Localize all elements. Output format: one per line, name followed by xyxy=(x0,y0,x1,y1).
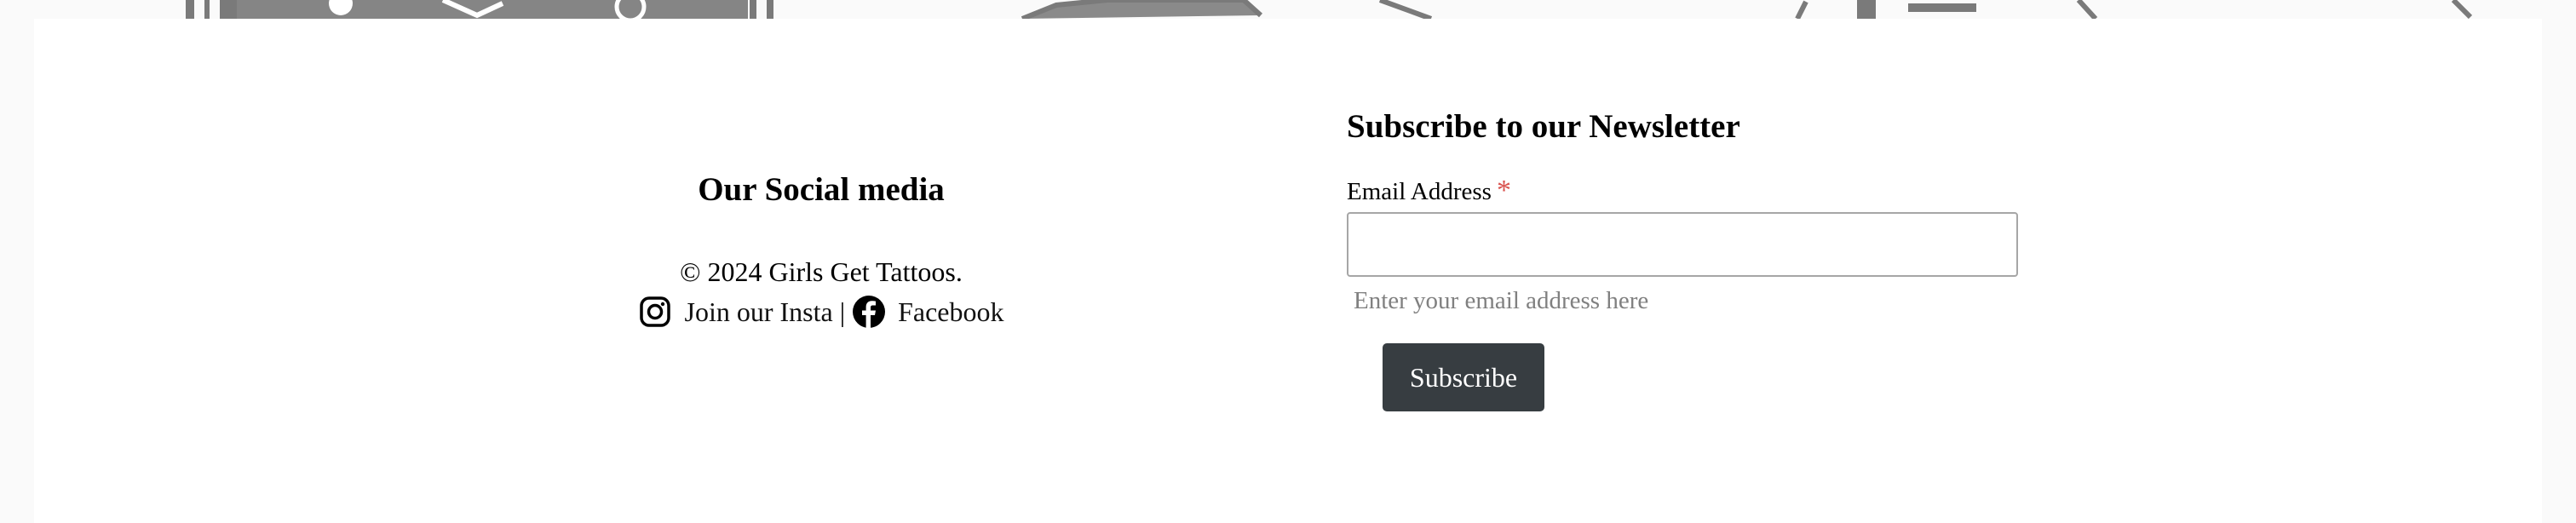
copyright-text: © 2024 Girls Get Tattoos. xyxy=(680,256,963,287)
subscribe-button[interactable]: Subscribe xyxy=(1383,343,1544,411)
email-input[interactable] xyxy=(1347,212,2018,277)
link-separator: | xyxy=(839,296,846,327)
facebook-link-label: Facebook xyxy=(898,296,1004,327)
social-links: Join our Insta | Facebook xyxy=(511,291,1131,332)
newsletter-heading: Subscribe to our Newsletter xyxy=(1347,108,1740,145)
instagram-link[interactable]: Join our Insta xyxy=(638,291,833,332)
facebook-link[interactable]: Facebook xyxy=(852,291,1004,332)
social-heading: Our Social media xyxy=(698,171,945,208)
instagram-icon xyxy=(638,295,672,329)
instagram-link-label: Join our Insta xyxy=(684,296,833,327)
site-footer: Our Social media © 2024 Girls Get Tattoo… xyxy=(34,19,2542,523)
email-help-text: Enter your email address here xyxy=(1354,287,1649,314)
email-label-text: Email Address xyxy=(1347,178,1492,205)
newsletter-section: Subscribe to our Newsletter Email Addres… xyxy=(1347,106,2096,411)
required-asterisk: * xyxy=(1496,175,1511,206)
email-label: Email Address * xyxy=(1347,174,2096,209)
background-artwork xyxy=(0,0,2576,19)
facebook-icon xyxy=(852,295,886,329)
tattoo-art-image xyxy=(186,0,2473,19)
social-media-section: Our Social media © 2024 Girls Get Tattoo… xyxy=(511,169,1131,332)
